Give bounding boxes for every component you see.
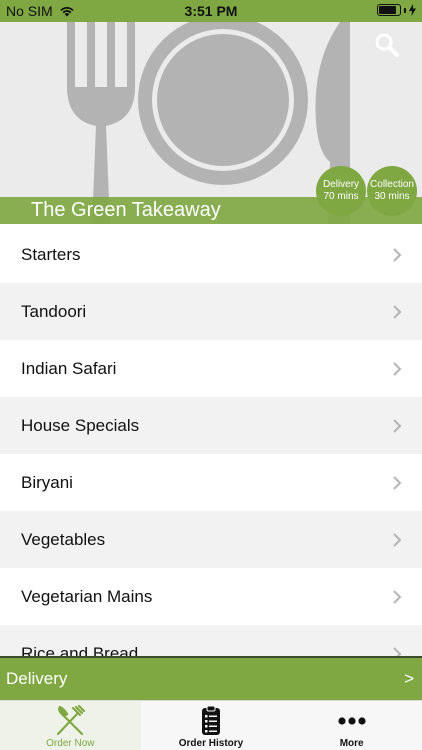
chevron-right-icon: > [404,669,414,688]
tab-bar: Order Now Order History More [0,700,422,750]
menu-item-starters[interactable]: Starters [0,226,422,283]
menu-item-label: Indian Safari [21,358,117,378]
menu-item-label: Rice and Bread [21,643,139,657]
menu-item-vegetables[interactable]: Vegetables [0,511,422,568]
menu-item-label: House Specials [21,415,140,435]
chevron-right-icon [393,532,402,547]
delivery-badge-value: 70 mins [323,191,359,202]
tab-label: Order History [178,738,244,749]
menu-category-list[interactable]: Starters Tandoori Indian Safari House Sp… [0,226,422,656]
menu-item-vegetarian-mains[interactable]: Vegetarian Mains [0,568,422,625]
clipboard-icon [202,705,220,735]
menu-item-label: Vegetables [21,529,106,549]
chevron-right-icon [393,589,402,604]
delivery-time-badge: Delivery 70 mins [316,166,366,216]
order-type-bar[interactable]: Delivery > [0,656,422,700]
menu-item-label: Vegetarian Mains [21,586,153,606]
menu-item-indian-safari[interactable]: Indian Safari [0,340,422,397]
chevron-right-icon [393,361,402,376]
delivery-badge-title: Delivery [322,179,360,190]
ellipsis-icon [338,717,366,725]
chevron-right-icon [393,418,402,433]
chevron-right-icon [393,475,402,490]
tab-order-now[interactable]: Order Now [0,701,141,750]
fork-knife-icon [57,704,86,736]
restaurant-hero: The Green Takeaway Delivery 70 mins Coll… [0,22,422,224]
collection-badge-value: 30 mins [374,191,410,202]
status-bar: No SIM 3:51 PM [0,0,422,22]
collection-time-badge: Collection 30 mins [367,166,417,216]
menu-item-biryani[interactable]: Biryani [0,454,422,511]
search-icon[interactable] [374,32,400,58]
menu-item-rice-and-bread[interactable]: Rice and Bread [0,625,422,656]
battery-cap [404,7,406,13]
tab-label: Order Now [46,738,95,749]
chevron-right-icon [393,304,402,319]
tab-order-history[interactable]: Order History [141,701,282,750]
menu-item-house-specials[interactable]: House Specials [0,397,422,454]
chevron-right-icon [393,646,402,656]
collection-badge-title: Collection [370,179,414,190]
menu-item-tandoori[interactable]: Tandoori [0,283,422,340]
menu-item-label: Starters [21,244,81,264]
battery-indicator [377,4,416,16]
battery-level-fill [379,6,396,14]
tab-label: More [339,738,364,749]
tab-more[interactable]: More [281,701,422,750]
menu-item-label: Biryani [21,472,73,492]
order-type-label: Delivery [6,669,68,688]
status-time: 3:51 PM [184,3,238,19]
charging-bolt-icon [409,4,416,16]
menu-item-label: Tandoori [21,301,87,321]
chevron-right-icon [393,247,402,262]
restaurant-name: The Green Takeaway [31,199,221,221]
battery-icon [377,4,401,16]
